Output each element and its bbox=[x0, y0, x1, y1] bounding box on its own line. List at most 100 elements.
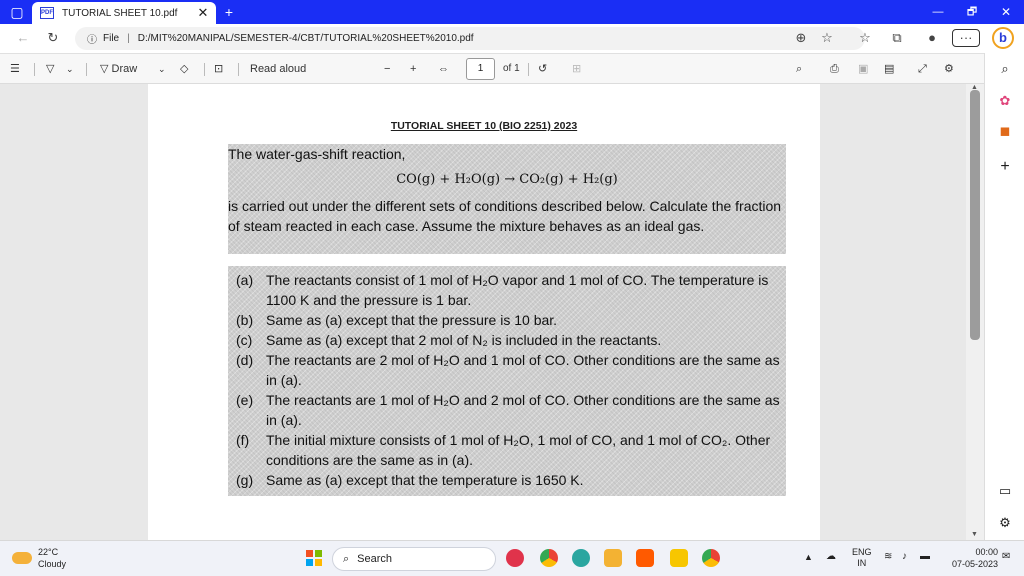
pdf-toolbar: ☰ ▽ ⌄ ▽ Draw ⌄ ◇ ⊡ Read aloud − + ⇔ 1 of… bbox=[0, 53, 1024, 84]
item-label: (a) bbox=[236, 272, 254, 288]
collections-icon[interactable]: ⧉ bbox=[888, 29, 906, 47]
page-number-input[interactable]: 1 bbox=[466, 58, 495, 80]
tab-tutorial-sheet[interactable]: PDF TUTORIAL SHEET 10.pdf ✕ bbox=[32, 2, 216, 24]
scroll-down-icon[interactable]: ▼ bbox=[971, 531, 978, 538]
restore-button[interactable]: 🗗 bbox=[962, 3, 982, 21]
file-explorer-icon[interactable] bbox=[670, 549, 688, 567]
draw-icon: ▽ bbox=[100, 63, 109, 75]
title-bar: ▢ PDF TUTORIAL SHEET 10.pdf ✕ + — 🗗 ✕ bbox=[0, 0, 1024, 24]
battery-icon[interactable]: ▬ bbox=[920, 549, 930, 565]
weather-widget[interactable]: 22°C Cloudy bbox=[12, 546, 66, 570]
close-window-button[interactable]: ✕ bbox=[996, 3, 1016, 21]
text-icon[interactable]: ⊡ bbox=[214, 61, 223, 77]
mail-icon[interactable] bbox=[604, 549, 622, 567]
sidebar-settings-icon[interactable]: ⚙ bbox=[995, 513, 1015, 533]
copilot-icon[interactable]: b bbox=[992, 27, 1014, 49]
weather-temp: 22°C bbox=[38, 547, 59, 557]
favorite-icon[interactable]: ☆ bbox=[818, 29, 836, 47]
edge-icon[interactable] bbox=[572, 549, 590, 567]
info-icon[interactable]: ⓘ bbox=[87, 31, 97, 46]
sidebar-hide-icon[interactable]: ▭ bbox=[995, 481, 1015, 501]
pdf-icon: PDF bbox=[40, 7, 54, 19]
onedrive-icon[interactable]: ☁ bbox=[826, 549, 836, 565]
cloud-icon bbox=[12, 552, 32, 564]
scanned-excerpt-items: (a) The reactants consist of 1 mol of H₂O… bbox=[228, 266, 786, 496]
item-text: Same as (a) except that the temperature … bbox=[266, 472, 584, 488]
clock-time: 00:00 bbox=[975, 547, 998, 557]
fit-width-icon[interactable]: ⇔ bbox=[438, 61, 449, 77]
contents-icon[interactable]: ☰ bbox=[10, 61, 20, 77]
list-item: (e) The reactants are 1 mol of H₂O and 2 … bbox=[228, 390, 786, 430]
chevron-up-icon[interactable]: ▲ bbox=[804, 549, 813, 565]
url-separator: | bbox=[127, 33, 130, 44]
item-label: (e) bbox=[236, 392, 254, 408]
favorites-list-icon[interactable]: ☆ bbox=[856, 29, 874, 47]
url-field[interactable]: ⓘ File | D:/MIT%20MANIPAL/SEMESTER-4/CBT… bbox=[75, 27, 865, 50]
list-item: (b) Same as (a) except that the pressure … bbox=[228, 310, 786, 330]
toolbar-divider bbox=[86, 63, 87, 76]
item-text: The reactants are 1 mol of H₂O and 2 mol… bbox=[266, 392, 780, 428]
pdf-viewer: TUTORIAL SHEET 10 (BIO 2251) 2023 The wa… bbox=[0, 84, 984, 540]
language-indicator[interactable]: ENG IN bbox=[852, 547, 872, 569]
lang-top: ENG bbox=[852, 547, 872, 557]
new-tab-button[interactable]: + bbox=[222, 3, 236, 21]
item-text: The reactants consist of 1 mol of H₂O va… bbox=[266, 272, 769, 308]
draw-button[interactable]: ▽ Draw bbox=[100, 61, 137, 77]
item-label: (b) bbox=[236, 312, 254, 328]
read-aloud-button[interactable]: Read aloud bbox=[250, 61, 306, 77]
zoom-icon[interactable]: ⊕ bbox=[792, 29, 810, 47]
document-title: TUTORIAL SHEET 10 (BIO 2251) 2023 bbox=[390, 120, 578, 132]
wifi-icon[interactable]: ≋ bbox=[884, 549, 892, 565]
sidebar-office-icon[interactable]: ◼ bbox=[995, 121, 1015, 141]
scroll-thumb[interactable] bbox=[970, 90, 980, 340]
fullscreen-icon[interactable]: ⤢ bbox=[918, 61, 927, 77]
minimize-button[interactable]: — bbox=[928, 3, 948, 21]
search-label: Search bbox=[357, 553, 393, 565]
tab-actions-icon[interactable]: ▢ bbox=[8, 3, 26, 21]
save-icon[interactable]: ▣ bbox=[858, 61, 868, 77]
vertical-scrollbar[interactable]: ▲ ▼ bbox=[966, 84, 984, 540]
sidebar-add-icon[interactable]: + bbox=[995, 157, 1015, 177]
highlight-chevron-down-icon[interactable]: ⌄ bbox=[66, 61, 74, 77]
rotate-icon[interactable]: ↺ bbox=[538, 61, 547, 77]
search-icon: ⌕ bbox=[343, 552, 350, 565]
page-view-icon[interactable]: ⊞ bbox=[572, 61, 581, 77]
url-prefix: File bbox=[103, 33, 120, 44]
brave-icon[interactable] bbox=[636, 549, 654, 567]
print-icon[interactable]: ⎙ bbox=[830, 61, 839, 77]
start-button[interactable] bbox=[306, 550, 322, 566]
refresh-icon[interactable]: ↻ bbox=[44, 29, 62, 47]
more-menu-icon[interactable]: ··· bbox=[952, 29, 980, 47]
tab-close-icon[interactable]: ✕ bbox=[194, 5, 212, 21]
pdf-page: TUTORIAL SHEET 10 (BIO 2251) 2023 The wa… bbox=[148, 84, 820, 540]
item-label: (f) bbox=[236, 432, 250, 448]
profile-icon[interactable]: ● bbox=[922, 29, 942, 47]
list-item: (d) The reactants are 2 mol of H₂O and 1 … bbox=[228, 350, 786, 390]
sidebar-search-icon[interactable]: ⌕ bbox=[995, 59, 1015, 79]
taskbar-search-input[interactable]: ⌕ Search bbox=[332, 547, 496, 571]
windows-logo-icon bbox=[315, 558, 322, 566]
scanned-excerpt-intro: The water-gas-shift reaction, CO(g) + H₂… bbox=[228, 144, 786, 254]
save-as-icon[interactable]: ▤ bbox=[884, 61, 894, 77]
toolbar-divider bbox=[528, 63, 529, 76]
reaction-equation: CO(g) + H₂O(g) → CO₂(g) + H₂(g) bbox=[396, 172, 618, 187]
chrome-profile-icon[interactable] bbox=[702, 549, 720, 567]
settings-gear-icon[interactable]: ⚙ bbox=[944, 61, 954, 77]
sidebar-shopping-icon[interactable]: ✿ bbox=[995, 91, 1015, 111]
list-item: (c) Same as (a) except that 2 mol of N₂ i… bbox=[228, 330, 786, 350]
highlight-icon[interactable]: ▽ bbox=[46, 61, 54, 77]
meet-app-icon[interactable] bbox=[506, 549, 524, 567]
erase-icon[interactable]: ◇ bbox=[180, 61, 188, 77]
notifications-icon[interactable]: ✉ bbox=[1002, 549, 1010, 565]
intro-text: The water-gas-shift reaction, bbox=[228, 146, 406, 162]
zoom-out-button[interactable]: − bbox=[384, 61, 390, 77]
chrome-icon[interactable] bbox=[540, 549, 558, 567]
sidebar: ⌕ ✿ ◼ + ▭ ⚙ bbox=[984, 53, 1024, 540]
draw-chevron-down-icon[interactable]: ⌄ bbox=[158, 61, 166, 77]
volume-icon[interactable]: ♪ bbox=[902, 549, 907, 565]
zoom-in-button[interactable]: + bbox=[410, 61, 416, 77]
toolbar-divider bbox=[238, 63, 239, 76]
clock[interactable]: 00:00 07-05-2023 bbox=[942, 546, 998, 570]
search-icon[interactable]: ⌕ bbox=[796, 61, 802, 77]
back-icon[interactable]: ← bbox=[14, 29, 32, 47]
